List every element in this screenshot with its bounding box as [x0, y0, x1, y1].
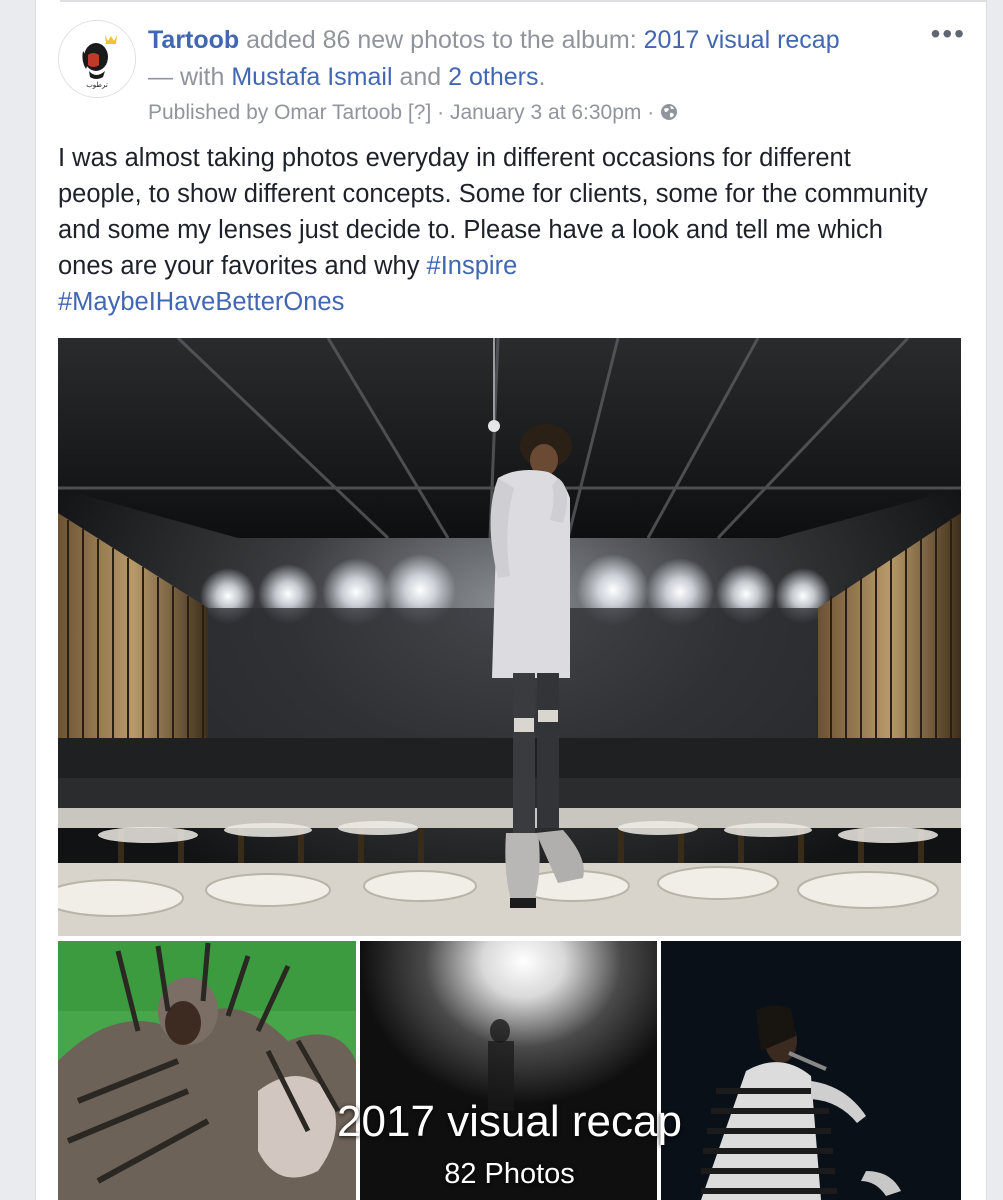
meta-separator: · — [641, 101, 661, 124]
thumbnail-1[interactable] — [58, 941, 356, 1200]
feed-post-card: ﺗﺮﻃﻮﺏ Tartoob added 86 new photos to the… — [35, 0, 987, 1200]
help-marker[interactable]: [?] — [402, 101, 431, 124]
hashtag-inspire-link[interactable]: #Inspire — [427, 252, 518, 280]
period: . — [538, 63, 546, 91]
and-text: and — [392, 63, 449, 91]
post-headline: Tartoob added 86 new photos to the album… — [148, 22, 908, 96]
thumbnail-2-image — [360, 941, 657, 1200]
tagged-person-link[interactable]: Mustafa Ismail — [231, 63, 392, 91]
hashtag-maybe-link[interactable]: #MaybeIHaveBetterOnes — [58, 288, 344, 316]
post-header: Tartoob added 86 new photos to the album… — [148, 22, 908, 129]
divider — [60, 0, 986, 2]
svg-text:ﺗﺮﻃﻮﺏ: ﺗﺮﻃﻮﺏ — [86, 81, 108, 89]
album-overlay-title[interactable]: 2017 visual recap — [58, 1096, 961, 1148]
others-link[interactable]: 2 others — [448, 63, 538, 91]
thumbnail-1-image — [58, 941, 356, 1200]
meta-separator: · — [431, 101, 450, 124]
avatar-image: ﺗﺮﻃﻮﺏ — [59, 21, 135, 97]
stage-photo-image — [58, 338, 961, 936]
globe-icon[interactable] — [660, 99, 678, 120]
author-avatar[interactable]: ﺗﺮﻃﻮﺏ — [58, 20, 136, 98]
photo-thumbnails-row: 2017 visual recap 82 Photos — [58, 941, 961, 1200]
author-name-link[interactable]: Tartoob — [148, 26, 239, 54]
post-meta: Published by Omar Tartoob [?] · January … — [148, 97, 908, 129]
thumbnail-2[interactable] — [360, 941, 657, 1200]
post-options-button[interactable]: ••• — [931, 20, 966, 48]
main-photo[interactable] — [58, 338, 961, 936]
thumbnail-3[interactable] — [661, 941, 961, 1200]
post-body: I was almost taking photos everyday in d… — [58, 140, 938, 320]
timestamp-link[interactable]: January 3 at 6:30pm — [450, 101, 641, 124]
album-link[interactable]: 2017 visual recap — [644, 26, 840, 54]
published-by-link[interactable]: Published by Omar Tartoob — [148, 101, 402, 124]
action-text: added 86 new photos to the album: — [239, 26, 644, 54]
with-prefix: — with — [148, 63, 232, 91]
thumbnail-3-image — [661, 941, 961, 1200]
